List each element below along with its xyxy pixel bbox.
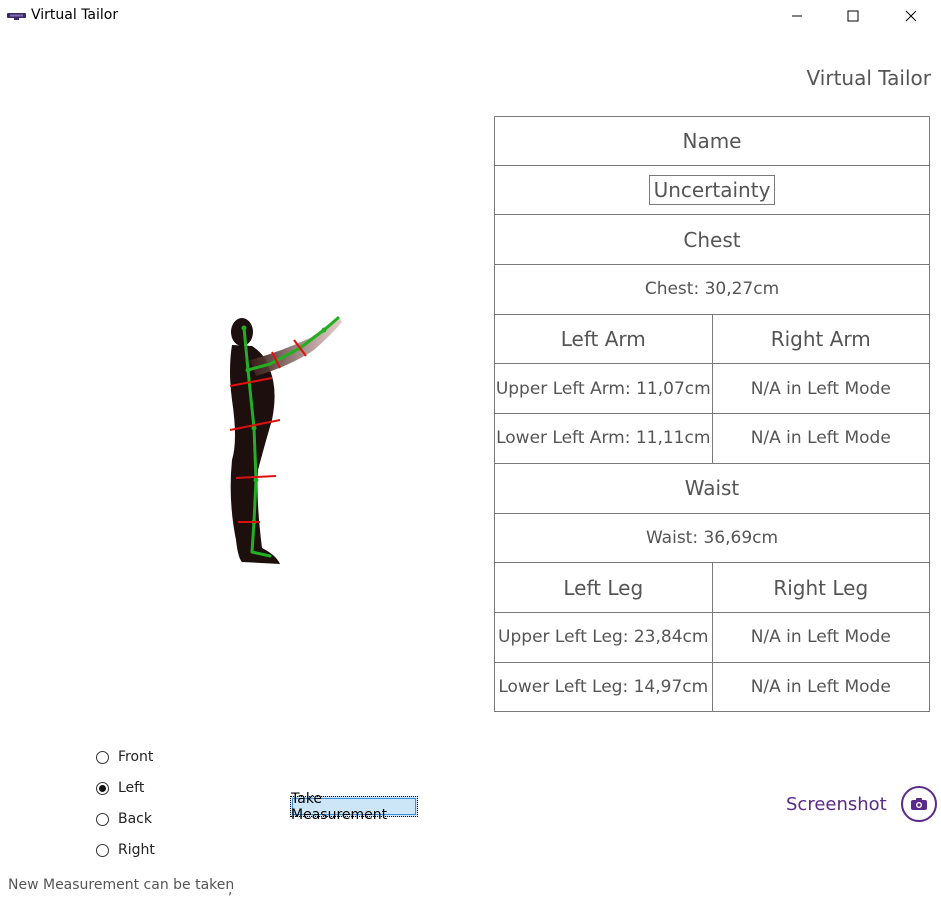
lower-right-leg-value: N/A in Left Mode <box>712 662 930 713</box>
radio-selected-dot <box>99 784 106 792</box>
maximize-button[interactable] <box>830 0 876 32</box>
minimize-icon <box>792 15 802 17</box>
upper-right-leg-value: N/A in Left Mode <box>712 612 930 663</box>
table-row: Left Arm Right Arm <box>494 314 930 365</box>
table-row: Uncertainty <box>494 165 930 216</box>
radio-left[interactable]: Left <box>96 780 144 796</box>
status-message: New Measurement can be taken <box>8 877 235 893</box>
table-row: Upper Left Arm: 11,07cm N/A in Left Mode <box>494 364 930 415</box>
app-header-title: Virtual Tailor <box>806 66 931 90</box>
right-leg-header: Right Leg <box>712 563 930 613</box>
radio-label: Right <box>118 842 155 858</box>
upper-right-arm-value: N/A in Left Mode <box>712 364 930 415</box>
body-silhouette-image <box>229 316 342 564</box>
radio-circle[interactable] <box>96 843 109 857</box>
close-icon <box>905 10 917 22</box>
radio-circle[interactable] <box>96 750 109 764</box>
table-row: Name <box>494 116 930 166</box>
table-row: Waist: 36,69cm <box>494 513 930 564</box>
radio-front[interactable]: Front <box>96 749 153 765</box>
lower-left-arm-value: Lower Left Arm: 11,11cm <box>494 414 713 464</box>
lower-right-arm-value: N/A in Left Mode <box>712 414 930 464</box>
table-row: Upper Left Leg: 23,84cm N/A in Left Mode <box>494 612 930 663</box>
title-bar: Virtual Tailor <box>0 0 941 32</box>
table-row: Waist <box>494 463 930 514</box>
name-cell: Name <box>494 116 930 166</box>
take-measurement-label: Take Measurement <box>291 790 388 823</box>
take-measurement-button[interactable]: Take Measurement <box>290 791 418 823</box>
uncertainty-cell: Uncertainty <box>494 165 930 216</box>
radio-circle-selected[interactable] <box>96 781 109 795</box>
table-row: Chest: 30,27cm <box>494 265 930 315</box>
screenshot-label: Screenshot <box>786 793 887 815</box>
waist-header: Waist <box>494 463 930 514</box>
radio-back[interactable]: Back <box>96 811 152 827</box>
table-row: Left Leg Right Leg <box>494 563 930 613</box>
chest-header: Chest <box>494 215 930 266</box>
status-tick: , <box>228 882 233 898</box>
lower-left-leg-value: Lower Left Leg: 14,97cm <box>494 662 713 713</box>
maximize-icon <box>847 10 859 22</box>
chest-value: Chest: 30,27cm <box>494 265 930 315</box>
radio-label: Left <box>118 780 145 796</box>
table-row: Chest <box>494 215 930 266</box>
measurement-table: Name Uncertainty Chest Chest: 30,27cm Le… <box>494 116 930 713</box>
upper-left-arm-value: Upper Left Arm: 11,07cm <box>494 364 713 415</box>
table-row: Lower Left Leg: 14,97cm N/A in Left Mode <box>494 662 930 713</box>
waist-value: Waist: 36,69cm <box>494 513 930 564</box>
radio-label: Front <box>118 749 154 765</box>
screenshot-button[interactable]: Screenshot <box>786 786 937 822</box>
minimize-button[interactable] <box>774 0 820 32</box>
table-row: Lower Left Arm: 11,11cm N/A in Left Mode <box>494 414 930 464</box>
radio-circle[interactable] <box>96 812 109 826</box>
left-arm-header: Left Arm <box>494 314 713 365</box>
kinect-icon <box>7 13 26 20</box>
left-leg-header: Left Leg <box>494 563 713 613</box>
upper-left-leg-value: Upper Left Leg: 23,84cm <box>494 612 713 663</box>
close-button[interactable] <box>888 0 934 32</box>
uncertainty-label: Uncertainty <box>648 175 776 206</box>
window-title: Virtual Tailor <box>31 7 119 23</box>
right-arm-header: Right Arm <box>712 314 930 365</box>
radio-label: Back <box>118 811 152 827</box>
camera-icon[interactable] <box>900 786 937 822</box>
camera-glyph <box>910 798 927 810</box>
radio-right[interactable]: Right <box>96 842 155 858</box>
